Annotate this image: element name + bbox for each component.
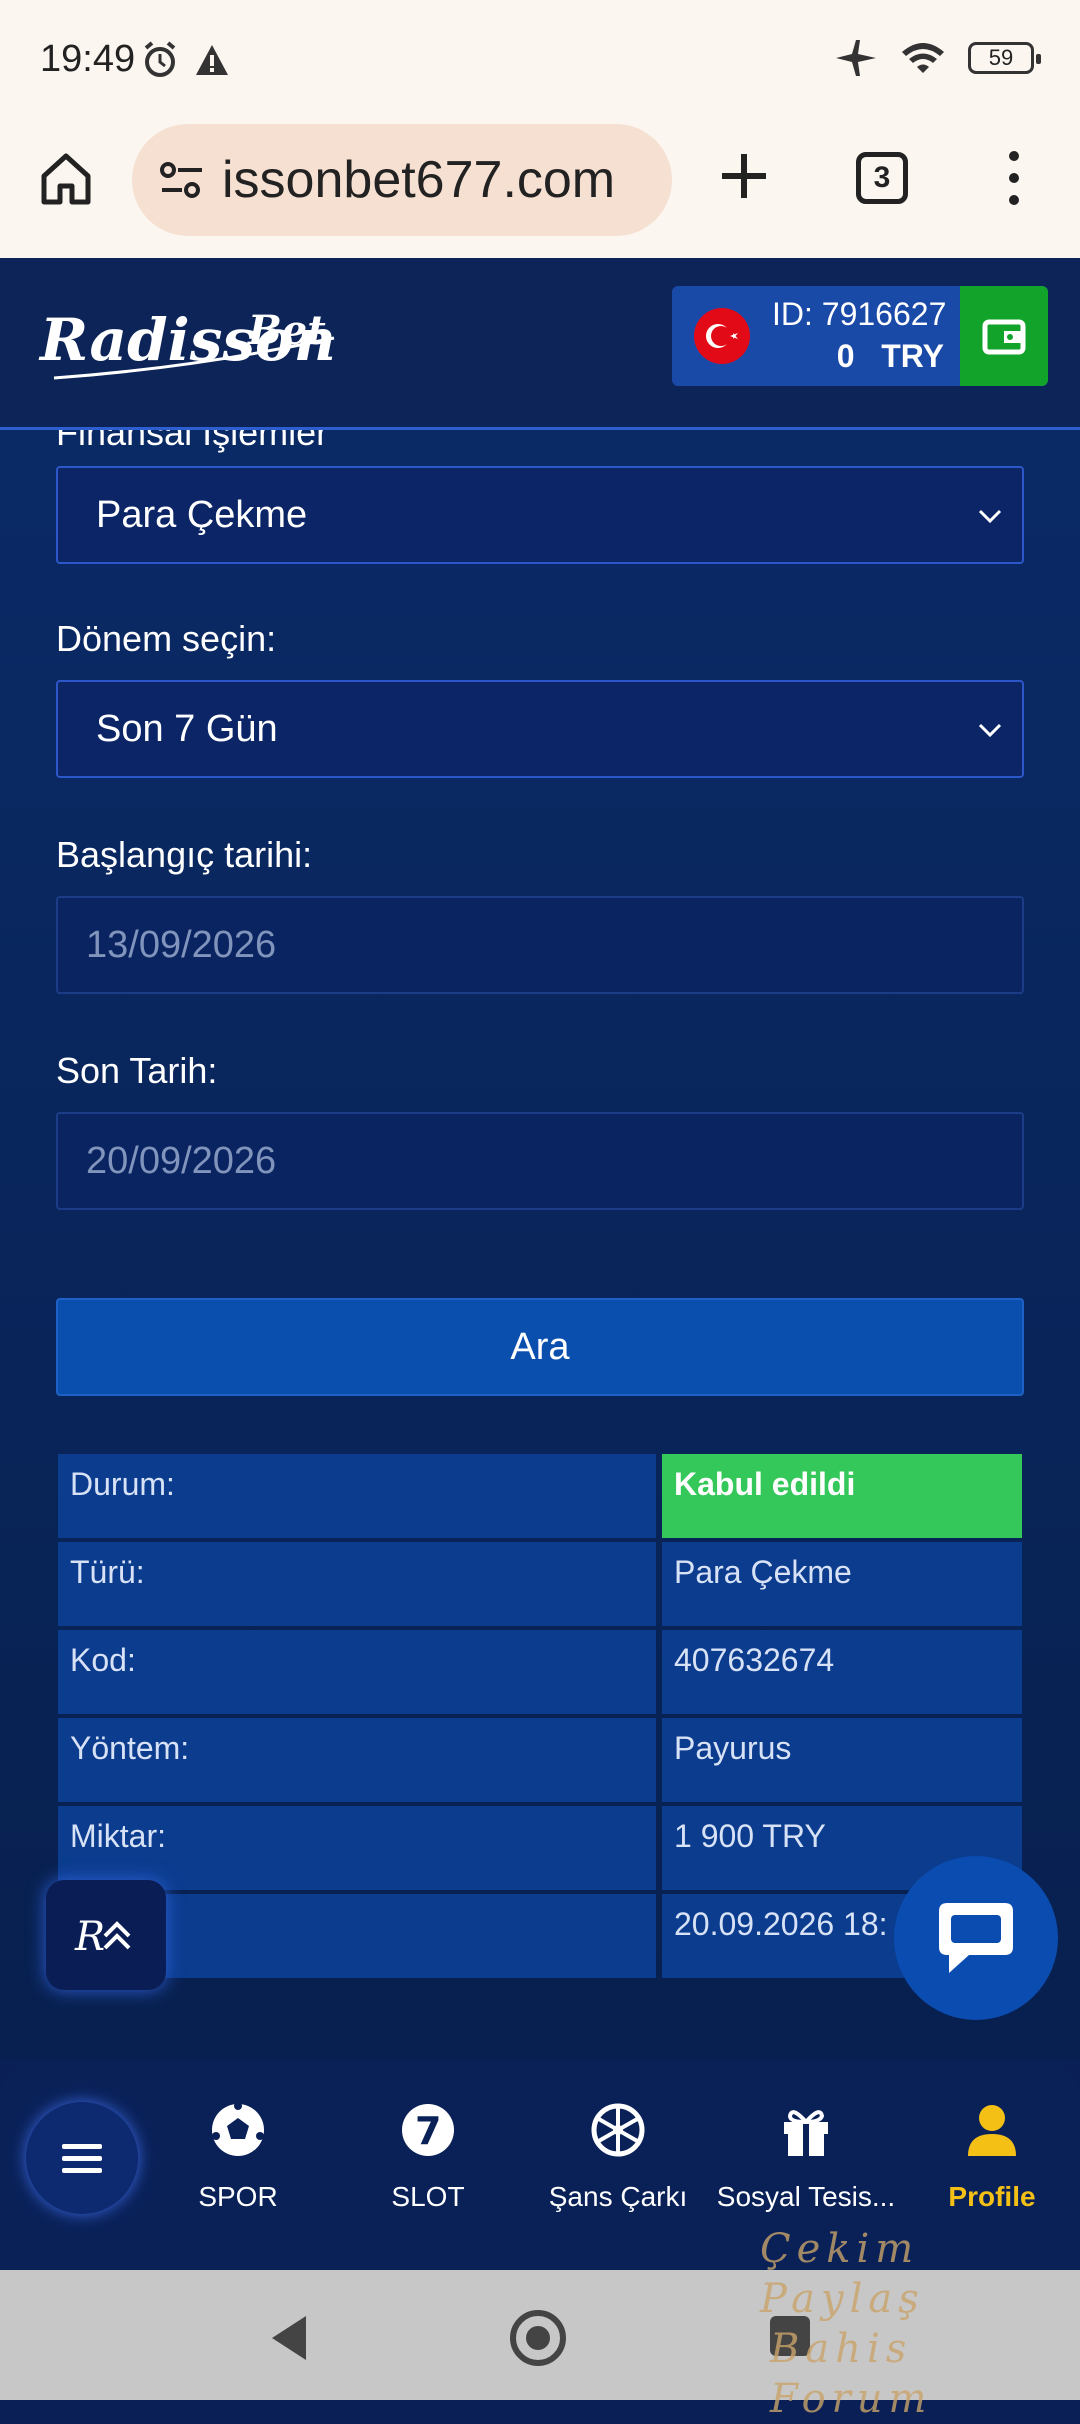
site-header: Radisson Bet ID: 7916627 0 TRY (0, 258, 1080, 430)
user-icon (968, 2105, 1016, 2156)
warning-icon (196, 45, 228, 75)
url-text: issonbet677.com (222, 151, 616, 209)
battery-icon: 59 (968, 42, 1041, 74)
wallet-icon (982, 319, 1026, 355)
live-chat-button[interactable] (894, 1856, 1058, 2020)
hamburger-icon (62, 2144, 102, 2173)
new-tab-icon[interactable] (714, 146, 774, 206)
wallet-button[interactable] (960, 286, 1048, 386)
nav-item-social[interactable]: Sosyal Tesis... (716, 2100, 896, 2213)
table-row: 20.09.2026 18: (58, 1894, 1022, 1978)
site-settings-icon[interactable] (152, 150, 212, 210)
status-time: 19:49 (40, 38, 136, 80)
nav-item-slot[interactable]: 7 SLOT (338, 2100, 518, 2213)
gift-icon (784, 2110, 828, 2156)
search-button[interactable]: Ara (56, 1298, 1024, 1396)
row-label: Yöntem: (58, 1718, 656, 1802)
svg-text:R: R (74, 1914, 105, 1960)
row-value: Para Çekme (662, 1542, 1022, 1626)
scroll-up-icon: R (74, 1914, 131, 1960)
menu-button[interactable] (26, 2102, 138, 2214)
tab-switcher-button[interactable]: 3 (856, 152, 908, 204)
row-label: Miktar: (58, 1806, 656, 1890)
row-label: Durum: (58, 1454, 656, 1538)
result-table: Durum: Kabul edildi Türü: Para Çekme Kod… (58, 1454, 1022, 1982)
end-date-label: Son Tarih: (56, 1050, 218, 1091)
table-row: Miktar: 1 900 TRY (58, 1806, 1022, 1890)
status-badge: Kabul edildi (662, 1454, 1022, 1538)
row-label: Kod: (58, 1630, 656, 1714)
slot-seven-icon: 7 (402, 2104, 454, 2156)
address-bar[interactable]: issonbet677.com (132, 124, 672, 236)
row-value: Payurus (662, 1718, 1022, 1802)
transactions-panel: Finansal İşlemler Para Çekme Dönem seçin… (0, 430, 1080, 2060)
airplane-icon (836, 40, 876, 76)
scroll-top-button[interactable]: R (46, 1880, 166, 1990)
section-label: Finansal İşlemler (56, 430, 329, 453)
svg-text:7: 7 (415, 2109, 441, 2153)
start-date-label: Başlangıç tarihi: (56, 834, 313, 875)
more-menu-icon[interactable] (994, 146, 1034, 210)
nav-item-spor[interactable]: SPOR (148, 2100, 328, 2213)
status-bar: 19:49 59 (0, 0, 1080, 120)
transaction-type-select[interactable]: Para Çekme (56, 466, 1024, 564)
row-value: 407632674 (662, 1630, 1022, 1714)
table-row: Türü: Para Çekme (58, 1542, 1022, 1626)
balance-amount: 0 TRY (836, 338, 944, 374)
account-balance[interactable]: ID: 7916627 0 TRY (672, 286, 1048, 386)
wifi-icon (902, 43, 944, 73)
period-label: Dönem seçin: (56, 618, 277, 659)
turkey-flag-icon (694, 308, 750, 364)
home-icon[interactable] (36, 148, 96, 208)
browser-toolbar: issonbet677.com 3 (0, 120, 1080, 258)
site-logo[interactable]: Radisson Bet (34, 298, 354, 398)
period-select[interactable]: Son 7 Gün (56, 680, 1024, 778)
wheel-icon (591, 2103, 645, 2157)
row-label: Türü: (58, 1542, 656, 1626)
nav-item-wheel[interactable]: Şans Çarkı (528, 2100, 708, 2213)
back-icon[interactable] (266, 2312, 310, 2364)
home-nav-icon[interactable] (510, 2310, 566, 2366)
soccer-ball-icon (212, 2102, 264, 2156)
nav-item-profile[interactable]: Profile (902, 2100, 1080, 2213)
chevron-down-icon (978, 509, 1002, 524)
forum-watermark: Çekim Paylaş Bahis Forum (760, 2226, 933, 2422)
table-row: Yöntem: Payurus (58, 1718, 1022, 1802)
table-row: Durum: Kabul edildi (58, 1454, 1022, 1538)
account-id: ID: 7916627 (772, 296, 947, 332)
end-date-input[interactable]: 20/09/2026 (56, 1112, 1024, 1210)
chevron-down-icon (978, 723, 1002, 738)
start-date-input[interactable]: 13/09/2026 (56, 896, 1024, 994)
chat-icon (939, 1903, 1013, 1973)
table-row: Kod: 407632674 (58, 1630, 1022, 1714)
alarm-icon (144, 41, 176, 77)
